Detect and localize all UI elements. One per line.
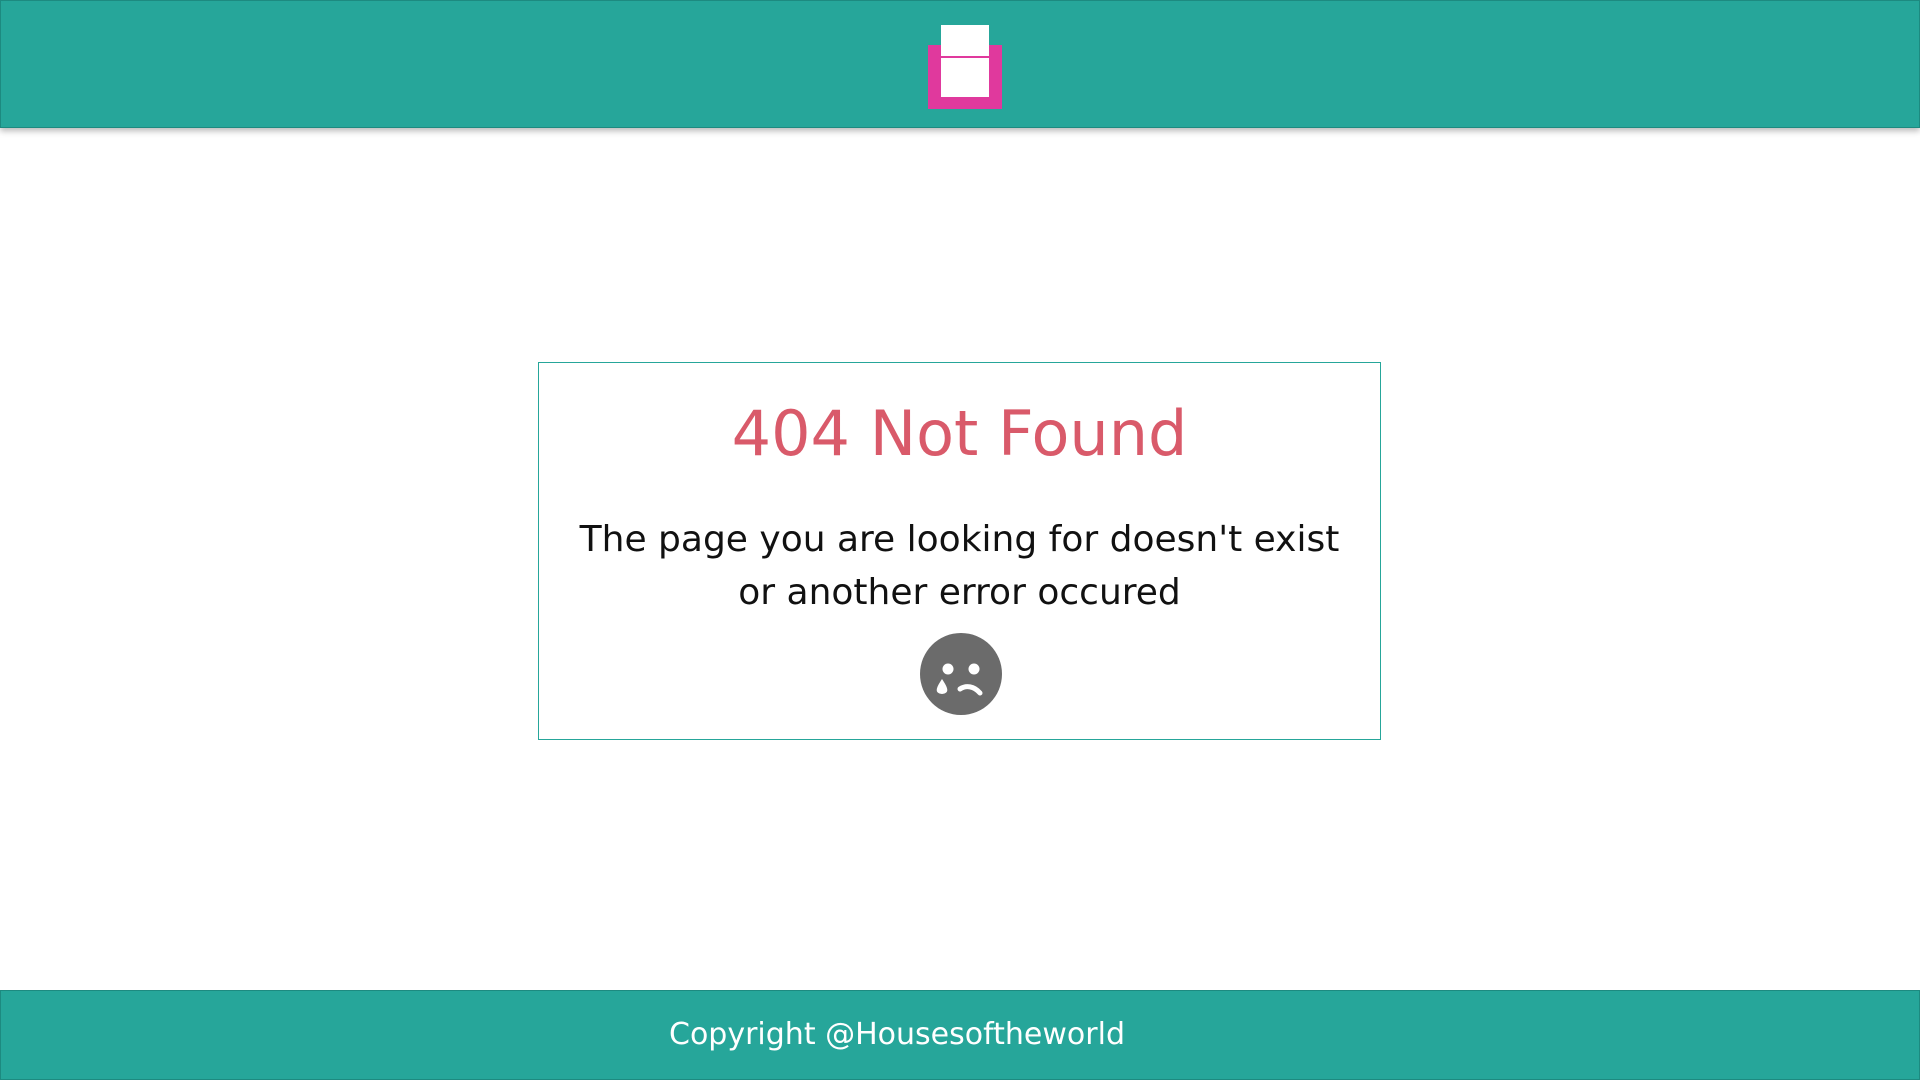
copyright-text: Copyright @Housesoftheworld [669,1017,1125,1052]
error-message: The page you are looking for doesn't exi… [539,513,1380,619]
page: 404 Not Found The page you are looking f… [0,0,1920,1080]
site-logo-link[interactable] [928,25,1002,109]
error-card: 404 Not Found The page you are looking f… [538,362,1381,740]
error-message-line-2: or another error occured [738,572,1181,613]
house-logo-icon [928,25,1002,109]
sad-crying-face-icon [920,633,1002,715]
error-title: 404 Not Found [731,397,1188,470]
error-message-line-1: The page you are looking for doesn't exi… [579,519,1340,560]
top-bar [0,0,1920,128]
footer: Copyright @Housesoftheworld [0,990,1920,1080]
